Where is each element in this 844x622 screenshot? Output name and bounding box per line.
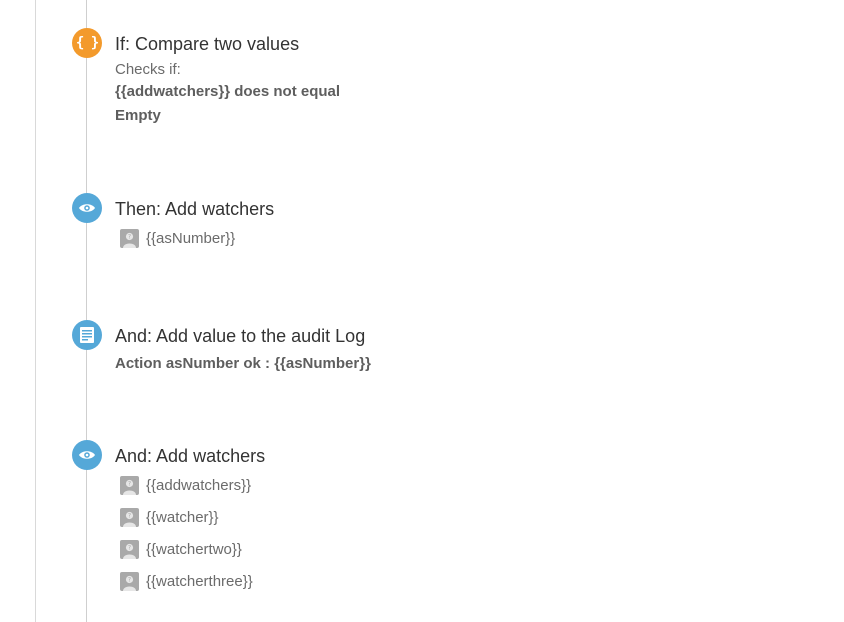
step-subtitle: Checks if: bbox=[115, 61, 181, 78]
condition-value: Empty bbox=[115, 107, 161, 124]
user-avatar-icon: ? bbox=[120, 228, 139, 248]
user-avatar-icon: ? bbox=[120, 507, 139, 527]
watcher-item: ? {{addwatchers}} bbox=[120, 469, 715, 501]
watcher-item: ? {{watchertwo}} bbox=[120, 533, 715, 565]
curly-braces-icon: { } bbox=[72, 28, 102, 58]
watcher-label: {{watcherthree}} bbox=[146, 572, 253, 590]
svg-text:?: ? bbox=[128, 576, 131, 583]
step-title: Then: Add watchers bbox=[115, 199, 275, 219]
step-title: And: Add value to the audit Log bbox=[115, 326, 366, 346]
watcher-item: ? {{asNumber}} bbox=[120, 222, 715, 254]
svg-text:?: ? bbox=[128, 233, 131, 240]
watcher-label: {{asNumber}} bbox=[146, 229, 236, 247]
watcher-label: {{watchertwo}} bbox=[146, 540, 242, 558]
watcher-label: {{watcher}} bbox=[146, 508, 219, 526]
condition-line: {{addwatchers}} does not equal bbox=[115, 83, 341, 100]
watcher-item: ? {{watcher}} bbox=[120, 501, 715, 533]
step-title: If: Compare two values bbox=[115, 34, 300, 54]
svg-text:?: ? bbox=[128, 544, 131, 551]
watcher-label: {{addwatchers}} bbox=[146, 476, 252, 494]
user-avatar-icon: ? bbox=[120, 475, 139, 495]
timeline-line bbox=[86, 0, 87, 622]
eye-icon bbox=[72, 440, 102, 470]
user-avatar-icon: ? bbox=[120, 539, 139, 559]
svg-text:?: ? bbox=[128, 480, 131, 487]
audit-message: Action asNumber ok : {{asNumber}} bbox=[115, 355, 371, 372]
document-lines-icon bbox=[72, 320, 102, 350]
step-title: And: Add watchers bbox=[115, 446, 266, 466]
svg-text:?: ? bbox=[128, 512, 131, 519]
user-avatar-icon: ? bbox=[120, 571, 139, 591]
watcher-item: ? {{watcherthree}} bbox=[120, 565, 715, 597]
eye-icon bbox=[72, 193, 102, 223]
